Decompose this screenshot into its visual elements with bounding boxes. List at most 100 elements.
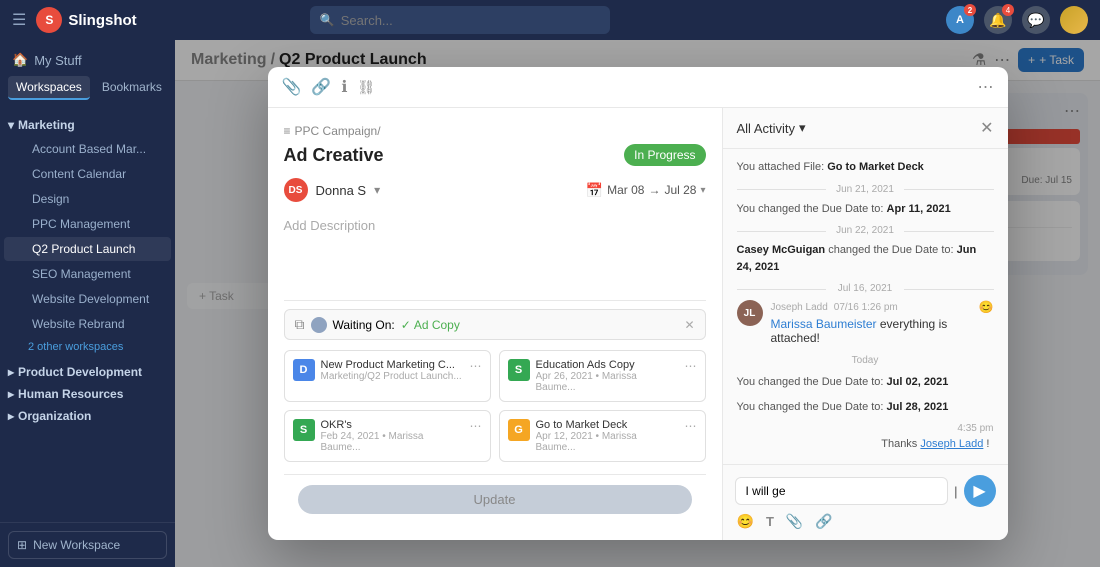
file-icon-1: S <box>508 359 530 381</box>
file-meta-2: Feb 24, 2021 • Marissa Baume... <box>321 431 464 453</box>
sidebar-item-content-calendar[interactable]: Content Calendar <box>4 162 171 186</box>
user-avatar[interactable] <box>1060 6 1088 34</box>
app-name: Slingshot <box>68 12 136 29</box>
bubble-mention-link[interactable]: Joseph Ladd <box>920 438 983 450</box>
sidebar-group-marketing[interactable]: ▾ Marketing <box>0 114 175 136</box>
close-waiting-icon[interactable]: ✕ <box>684 318 694 332</box>
notifications-icon[interactable]: A 2 <box>946 6 974 34</box>
comment-meta-0: Joseph Ladd 07/16 1:26 pm 😊 <box>771 300 994 314</box>
hyperlink-icon[interactable]: 🔗 <box>815 513 832 530</box>
close-modal-button[interactable]: ✕ <box>980 118 993 138</box>
modal-right-panel: All Activity ▾ ✕ You attached File: Go t… <box>723 108 1008 540</box>
sidebar: 🏠 My Stuff Workspaces Bookmarks ▾ Market… <box>0 40 175 567</box>
message-input-row: | ▶ <box>735 475 996 507</box>
file-icon-2: S <box>293 419 315 441</box>
sidebar-other-workspaces[interactable]: 2 other workspaces <box>0 337 175 357</box>
sidebar-item-website-development[interactable]: Website Development <box>4 287 171 311</box>
tab-bookmarks[interactable]: Bookmarks <box>94 76 170 100</box>
search-bar[interactable]: 🔍 <box>310 6 610 34</box>
file-more-2[interactable]: ⋯ <box>470 419 482 433</box>
search-input[interactable] <box>341 13 600 28</box>
file-more-0[interactable]: ⋯ <box>470 359 482 373</box>
status-badge[interactable]: In Progress <box>624 144 705 166</box>
file-item-3[interactable]: G Go to Market Deck Apr 12, 2021 • Maris… <box>499 410 706 462</box>
activity-today-divider: Today <box>737 355 994 366</box>
content-area: Marketing / Q2 Product Launch ⚗ ⋯ + + Ta… <box>175 40 1100 567</box>
sidebar-group-product-development[interactable]: ▸ Product Development <box>0 361 175 383</box>
sidebar-item-account-based-mar[interactable]: Account Based Mar... <box>4 137 171 161</box>
sidebar-item-seo-management[interactable]: SEO Management <box>4 262 171 286</box>
description-area[interactable]: Add Description <box>284 214 706 292</box>
main-layout: 🏠 My Stuff Workspaces Bookmarks ▾ Market… <box>0 40 1100 567</box>
assignee-name[interactable]: Donna S <box>316 183 367 198</box>
file-meta-3: Apr 12, 2021 • Marissa Baume... <box>536 431 679 453</box>
task-name-row: Ad Creative In Progress <box>284 144 706 166</box>
mention-link-0[interactable]: Marissa Baumeister <box>771 317 877 331</box>
waiting-icon: ⧉ <box>295 316 305 333</box>
sidebar-tabs: Workspaces Bookmarks <box>0 72 175 104</box>
comment-text-0: Marissa Baumeister everything is attache… <box>771 317 994 345</box>
file-meta-0: Marketing/Q2 Product Launch... <box>321 371 464 382</box>
message-input[interactable] <box>735 477 949 505</box>
sidebar-group-human-resources[interactable]: ▸ Human Resources <box>0 383 175 405</box>
file-grid: D New Product Marketing C... Marketing/Q… <box>284 350 706 462</box>
file-name-3: Go to Market Deck <box>536 419 679 431</box>
more-icon[interactable]: ⋯ <box>978 77 994 97</box>
activity-date-0: Jun 21, 2021 <box>737 184 994 195</box>
activity-feed: You attached File: Go to Market Deck Jun… <box>723 149 1008 464</box>
date-range[interactable]: 📅 Mar 08 → Jul 28 ▾ <box>586 182 706 199</box>
activity-date-2: Jul 16, 2021 <box>737 283 994 294</box>
top-navigation: ☰ S Slingshot 🔍 A 2 🔔 4 💬 <box>0 0 1100 40</box>
bubble-time: 4:35 pm <box>737 423 994 434</box>
logo-icon: S <box>36 7 62 33</box>
update-button[interactable]: Update <box>298 485 692 514</box>
plus-icon: ⊞ <box>17 538 27 552</box>
link-icon[interactable]: 🔗 <box>311 77 331 97</box>
chain-icon[interactable]: ⛓ <box>357 79 375 96</box>
modal-toolbar: 📎 🔗 ℹ ⛓ ⋯ <box>268 67 1008 108</box>
group-hr-label: Human Resources <box>18 387 123 401</box>
waiting-on-label: Waiting On: <box>333 318 395 332</box>
sidebar-item-design[interactable]: Design <box>4 187 171 211</box>
task-name: Ad Creative <box>284 145 384 166</box>
calendar-icon: 📅 <box>586 182 603 199</box>
chevron-right-icon-2: ▸ <box>8 387 14 401</box>
paperclip-icon[interactable]: 📎 <box>786 513 803 530</box>
activity-filter-dropdown[interactable]: All Activity ▾ <box>737 120 806 136</box>
sidebar-bottom: ⊞ New Workspace <box>0 522 175 567</box>
cursor-icon: | <box>954 484 957 499</box>
nav-icons: A 2 🔔 4 💬 <box>946 6 1088 34</box>
new-workspace-button[interactable]: ⊞ New Workspace <box>8 531 167 559</box>
chevron-right-icon-3: ▸ <box>8 409 14 423</box>
emoji-icon[interactable]: 😊 <box>737 513 754 530</box>
assignee-dropdown-icon[interactable]: ▾ <box>374 183 380 197</box>
comment-reaction-icon[interactable]: 😊 <box>979 300 994 314</box>
chevron-right-icon: ▸ <box>8 365 14 379</box>
notification-badge: 2 <box>964 4 976 16</box>
file-item-1[interactable]: S Education Ads Copy Apr 26, 2021 • Mari… <box>499 350 706 402</box>
sidebar-item-website-rebrand[interactable]: Website Rebrand <box>4 312 171 336</box>
send-button[interactable]: ▶ <box>964 475 996 507</box>
modal-body: ≡ PPC Campaign/ Ad Creative In Progress … <box>268 108 1008 540</box>
sidebar-my-stuff[interactable]: 🏠 My Stuff <box>0 48 175 72</box>
date-end: Jul 28 <box>664 183 696 197</box>
search-icon: 🔍 <box>320 13 335 27</box>
chat-icon[interactable]: 💬 <box>1022 6 1050 34</box>
file-item-0[interactable]: D New Product Marketing C... Marketing/Q… <box>284 350 491 402</box>
date-dropdown-icon[interactable]: ▾ <box>700 185 705 196</box>
hamburger-icon[interactable]: ☰ <box>12 10 26 30</box>
file-more-1[interactable]: ⋯ <box>685 359 697 373</box>
file-item-2[interactable]: S OKR's Feb 24, 2021 • Marissa Baume... … <box>284 410 491 462</box>
attach-icon[interactable]: 📎 <box>282 77 302 97</box>
bell-icon[interactable]: 🔔 4 <box>984 6 1012 34</box>
tab-workspaces[interactable]: Workspaces <box>8 76 90 100</box>
file-icon-0: D <box>293 359 315 381</box>
modal-overlay[interactable]: 📎 🔗 ℹ ⛓ ⋯ ≡ PPC Campaign/ Ad Creati <box>175 40 1100 567</box>
info-icon[interactable]: ℹ <box>341 77 347 97</box>
sidebar-item-q2-product-launch[interactable]: Q2 Product Launch <box>4 237 171 261</box>
file-more-3[interactable]: ⋯ <box>685 419 697 433</box>
sidebar-group-organization[interactable]: ▸ Organization <box>0 405 175 427</box>
sidebar-item-ppc-management[interactable]: PPC Management <box>4 212 171 236</box>
bold-icon[interactable]: T <box>766 514 774 529</box>
group-product-label: Product Development <box>18 365 142 379</box>
